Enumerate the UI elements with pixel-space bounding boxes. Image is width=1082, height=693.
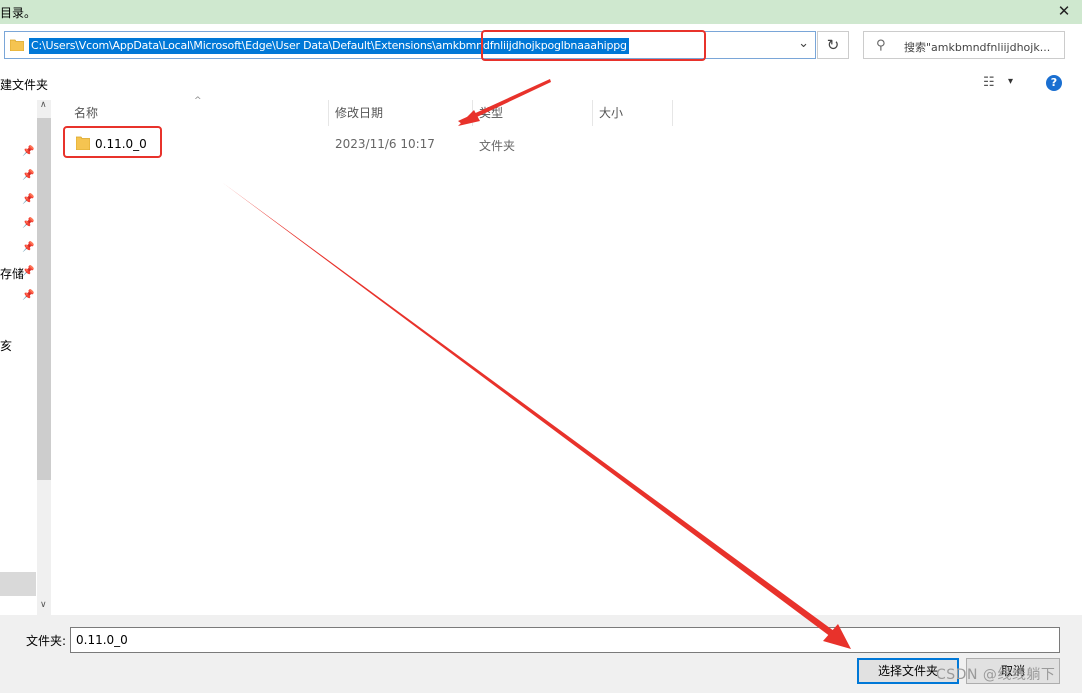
arrow-to-type-column: [458, 79, 551, 126]
annotation-arrows: [223, 79, 851, 649]
arrow-to-select-button: [223, 183, 851, 649]
